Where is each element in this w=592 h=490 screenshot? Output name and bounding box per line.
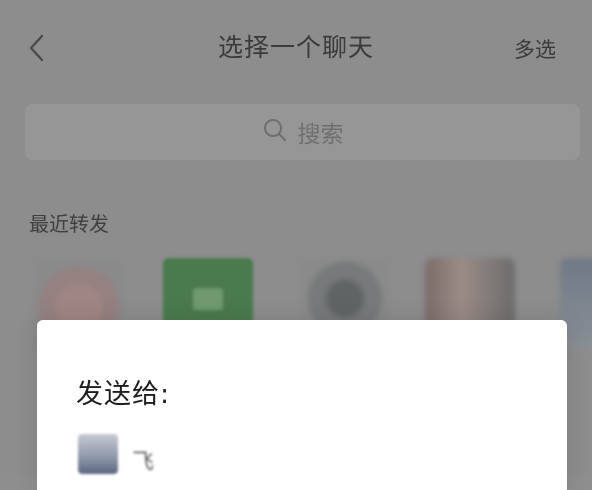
page-title: 选择一个聊天 xyxy=(217,33,374,62)
multi-select-button[interactable]: 多选 xyxy=(514,34,556,64)
top-bar: 选择一个聊天 多选 xyxy=(0,0,592,100)
recipient-name: 飞 xyxy=(132,450,155,475)
recent-forwards-row xyxy=(0,258,592,348)
search-placeholder: 搜索 xyxy=(297,122,344,148)
search-icon xyxy=(262,117,288,147)
recipient-avatar xyxy=(78,434,118,474)
send-to-dialog: 发送给: 飞 xyxy=(37,320,567,490)
recipient-item: 飞 xyxy=(78,432,154,476)
recent-forwards-label: 最近转发 xyxy=(29,212,109,236)
dialog-title: 发送给: xyxy=(76,379,171,410)
search-bar[interactable]: 搜索 xyxy=(25,104,580,160)
